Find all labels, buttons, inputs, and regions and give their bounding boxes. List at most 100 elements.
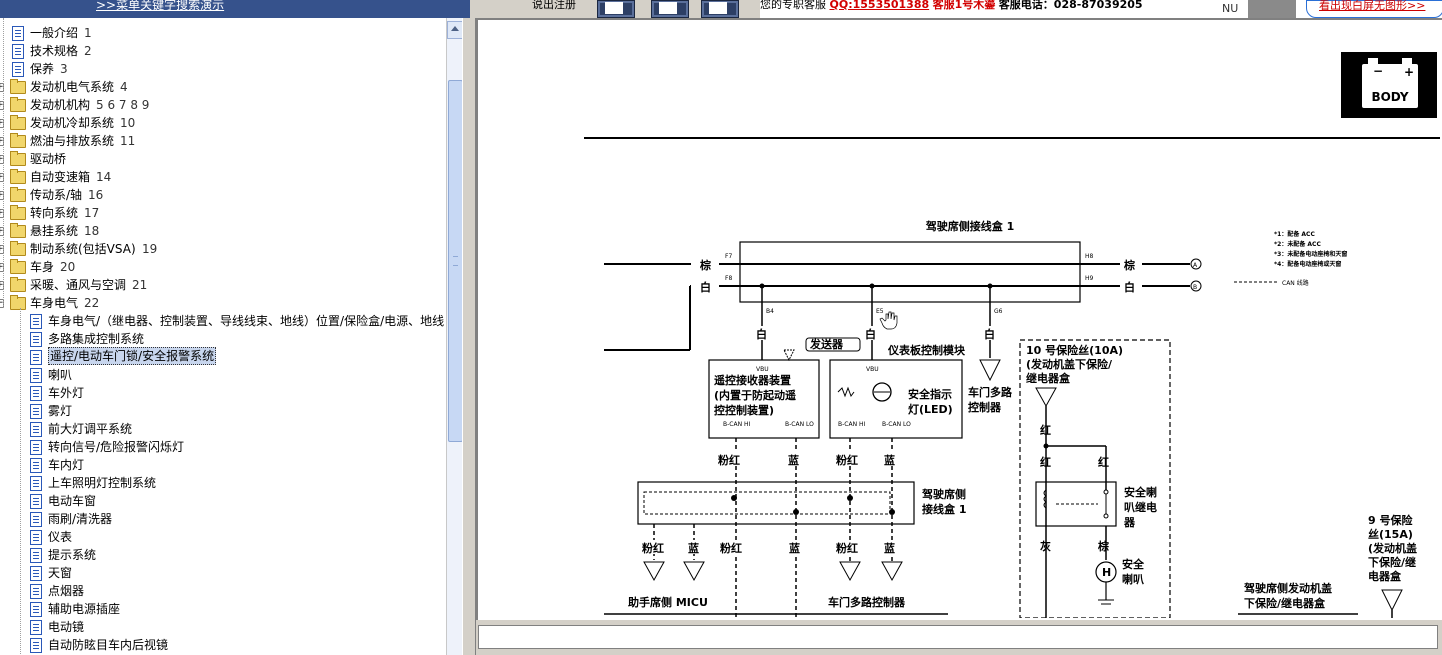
tree-node-number: 5 6 7 8 9	[96, 98, 150, 112]
tree-child-node[interactable]: 雾灯	[0, 402, 446, 420]
tree-node-label: 车身	[30, 260, 55, 274]
tree-child-label: 车内灯	[48, 458, 85, 472]
wire-pink-4: 粉红	[720, 541, 742, 555]
tree-node[interactable]: +驱动桥	[0, 150, 446, 168]
tree-node-number: 10	[120, 116, 136, 130]
tree-child-label: 雨刷/清洗器	[48, 512, 113, 526]
document-icon	[30, 404, 42, 419]
wire-red-1: 红	[1040, 423, 1051, 437]
support-highlight-link[interactable]: 客服1号木鎏	[933, 0, 996, 11]
tree-child-node[interactable]: 喇叭	[0, 366, 446, 384]
junction-box-title: 驾驶席侧接线盒 1	[925, 219, 1014, 233]
folder-icon	[10, 277, 26, 292]
tree-node-label: 发动机电气系统	[30, 80, 115, 94]
can-line-label: CAN 线路	[1282, 279, 1309, 287]
tree-node[interactable]: +制动系统(包括VSA)19	[0, 240, 446, 258]
document-icon	[30, 440, 42, 455]
tree-child-node[interactable]: 天窗	[0, 564, 446, 582]
tree-child-node[interactable]: 上车照明灯控制系统	[0, 474, 446, 492]
tree-node-number: 20	[60, 260, 76, 274]
blank-screen-help-link[interactable]: 看出现白屏无图形>>	[1306, 0, 1442, 18]
pane-splitter[interactable]	[462, 18, 476, 655]
tree-node-label: 传动系/轴	[30, 188, 83, 202]
transmitter-label: 发送器	[805, 337, 861, 352]
wire-white-g6: 白	[984, 327, 995, 341]
scroll-thumb[interactable]	[448, 80, 463, 442]
tree-child-node[interactable]: 转向信号/危险报警闪烁灯	[0, 438, 446, 456]
tree-scrollbar[interactable]	[446, 18, 464, 655]
tree-node-label: 燃油与排放系统	[30, 134, 115, 148]
tree-node[interactable]: +发动机电气系统4	[0, 78, 446, 96]
junction-box2-2: 接线盒 1	[922, 502, 966, 516]
dash-module-title: 仪表板控制模块	[887, 343, 966, 357]
tree-child-label: 转向信号/危险报警闪烁灯	[48, 440, 185, 454]
folder-icon	[10, 169, 26, 184]
tree-child-node[interactable]: 点烟器	[0, 582, 446, 600]
tree-child-node[interactable]: 车外灯	[0, 384, 446, 402]
tree-child-node[interactable]: 雨刷/清洗器	[0, 510, 446, 528]
tree-node[interactable]: +发动机冷却系统10	[0, 114, 446, 132]
tree-node[interactable]: 一般介绍 1	[0, 24, 446, 42]
document-icon	[30, 476, 42, 491]
support-text: 您的专职客服	[760, 0, 826, 11]
fuse10-1: 10 号保险丝(10A)	[1026, 343, 1123, 357]
tree-child-node[interactable]: 车身电气/（继电器、控制装置、导线线束、地线）位置/保险盒/电源、地线	[0, 312, 446, 330]
tree-child-label: 遥控/电动车门锁/安全报警系统	[48, 347, 217, 365]
nav-split-button[interactable]	[651, 0, 689, 18]
tree-node[interactable]: +转向系统17	[0, 204, 446, 222]
document-icon	[30, 566, 42, 581]
folder-icon	[10, 259, 26, 274]
tree-child-node[interactable]: 车内灯	[0, 456, 446, 474]
wire-blue-2: 蓝	[884, 453, 895, 467]
wire-white-b4: 白	[756, 327, 767, 341]
register-text[interactable]: 说出注册	[532, 0, 576, 12]
tree-node-label: 技术规格	[30, 44, 79, 58]
tree-child-label: 雾灯	[48, 404, 73, 418]
tree-child-label: 车身电气/（继电器、控制装置、导线线束、地线）位置/保险盒/电源、地线	[48, 314, 445, 328]
tree-node[interactable]: +燃油与排放系统11	[0, 132, 446, 150]
tree-child-label: 前大灯调平系统	[48, 422, 133, 436]
qq-link[interactable]: QQ:1553501388	[830, 0, 930, 11]
tree-child-node[interactable]: 电动镜	[0, 618, 446, 636]
document-icon	[30, 530, 42, 545]
nav-back-button[interactable]	[701, 0, 739, 18]
svg-text:−: −	[1373, 64, 1383, 78]
pin-g6: G6	[994, 308, 1003, 315]
tree-node[interactable]: 保养 3	[0, 60, 446, 78]
tree-child-label: 仪表	[48, 530, 73, 544]
tree-node[interactable]: +自动变速箱14	[0, 168, 446, 186]
tree-node-label: 发动机冷却系统	[30, 116, 115, 130]
tree-child-node[interactable]: 提示系统	[0, 546, 446, 564]
tree-node[interactable]: +传动系/轴16	[0, 186, 446, 204]
nav-first-button[interactable]	[597, 0, 635, 18]
tree-child-node[interactable]: 自动防眩目车内后视镜	[0, 636, 446, 654]
folder-icon	[10, 205, 26, 220]
tree-node[interactable]: +悬挂系统18	[0, 222, 446, 240]
document-icon	[30, 368, 42, 383]
tree-child-node[interactable]: 电动车窗	[0, 492, 446, 510]
tree-child-node[interactable]: 遥控/电动车门锁/安全报警系统	[0, 347, 446, 366]
tree-node[interactable]: −车身电气22	[0, 294, 446, 312]
blank-screen-help-label: 看出现白屏无图形>>	[1319, 0, 1426, 12]
svg-text:H: H	[1102, 566, 1111, 579]
tree-child-node[interactable]: 仪表	[0, 528, 446, 546]
tree-node[interactable]: +发动机机构5 6 7 8 9	[0, 96, 446, 114]
tree-node-label: 一般介绍	[30, 26, 79, 40]
svg-text:+: +	[1404, 65, 1414, 79]
tree-child-node[interactable]: 多路集成控制系统	[0, 330, 446, 348]
wire-pink-5: 粉红	[836, 541, 858, 555]
tree-node[interactable]: 技术规格 2	[0, 42, 446, 60]
receiver-title-3: 控控制装置)	[714, 403, 774, 417]
tree-node[interactable]: +车身20	[0, 258, 446, 276]
tree-node-label: 保养	[30, 62, 55, 76]
note-2: *2：未配备 ACC	[1274, 240, 1321, 248]
under-hood-1: 驾驶席侧发动机盖	[1243, 581, 1332, 595]
dash-bcan-hi: B-CAN HI	[838, 421, 865, 428]
top-banner: >>菜单关键字搜索演示 说出注册 您的专职客服 QQ:1553501388 客服…	[0, 0, 1442, 19]
tree-node[interactable]: +采暖、通风与空调21	[0, 276, 446, 294]
keyword-search-demo-link[interactable]: >>菜单关键字搜索演示	[96, 0, 224, 13]
tree-child-node[interactable]: 前大灯调平系统	[0, 420, 446, 438]
fuse9-5: 电器盒	[1368, 569, 1402, 583]
folder-icon	[10, 151, 26, 166]
tree-child-node[interactable]: 辅助电源插座	[0, 600, 446, 618]
